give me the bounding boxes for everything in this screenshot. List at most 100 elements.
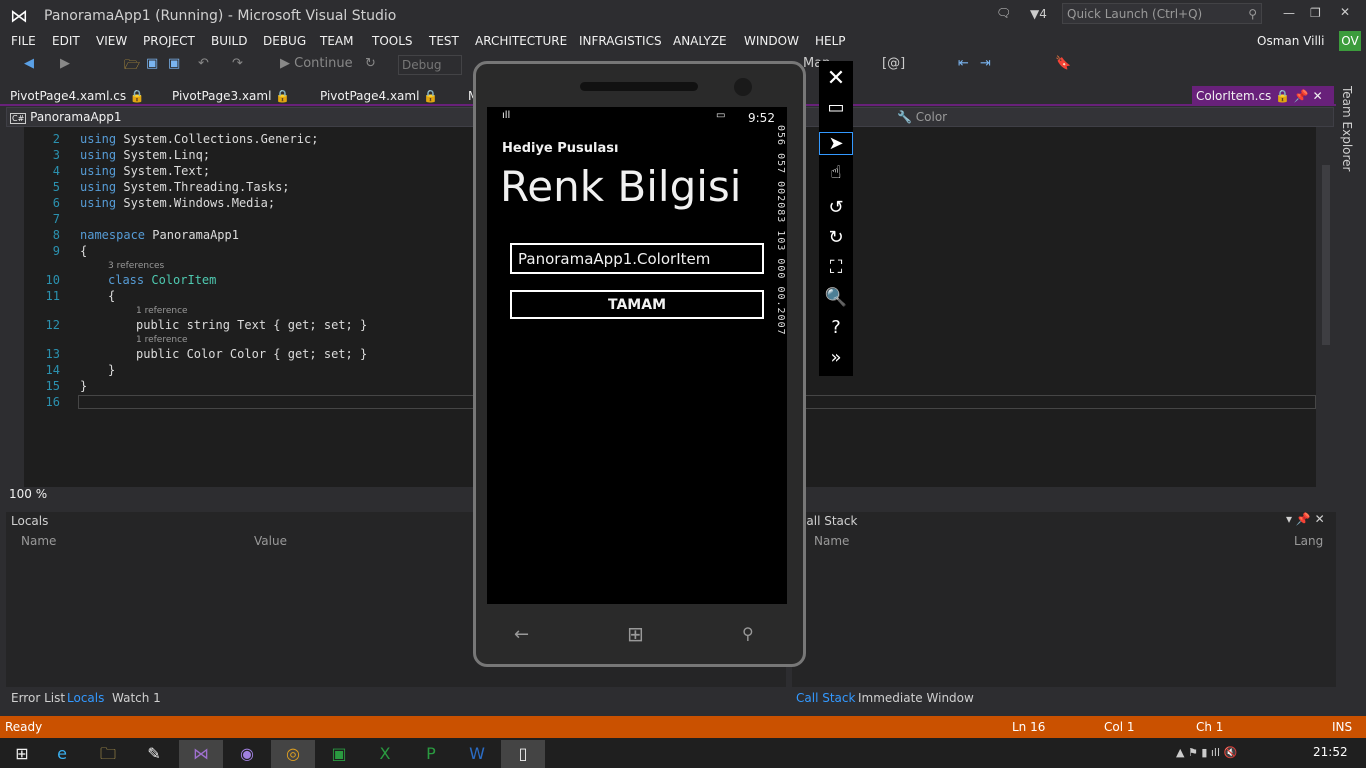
tab-pivotpage4-cs[interactable]: PivotPage4.xaml.cs 🔒 — [10, 89, 145, 103]
minimize-emulator-icon[interactable]: ▭ — [819, 97, 853, 118]
bookmark-icon[interactable]: 🔖 — [1055, 56, 1071, 71]
app-icon[interactable]: ◉ — [225, 740, 269, 768]
menu-debug[interactable]: DEBUG — [263, 34, 306, 48]
zoom-dropdown[interactable]: 100 % — [6, 487, 47, 501]
phone-textbox[interactable]: PanoramaApp1.ColorItem — [510, 243, 764, 274]
start-icon[interactable]: ⊞ — [0, 740, 44, 768]
tab-immediate-window[interactable]: Immediate Window — [858, 691, 974, 705]
menu-help[interactable]: HELP — [815, 34, 846, 48]
textbox-value: PanoramaApp1.ColorItem — [518, 250, 711, 268]
hand-icon[interactable]: ☝ — [819, 162, 853, 183]
help-icon[interactable]: ? — [819, 317, 853, 338]
clock[interactable]: 21:52 — [1313, 745, 1348, 759]
indent-icon[interactable]: ⇥ — [980, 56, 991, 71]
project-dropdown[interactable]: C# PanoramaApp1 — [10, 110, 122, 124]
user-avatar[interactable]: OV — [1339, 31, 1361, 51]
redo-icon[interactable]: ↷ — [232, 56, 243, 71]
menu-analyze[interactable]: ANALYZE — [673, 34, 727, 48]
explorer-icon[interactable]: 🗀 — [86, 740, 130, 768]
status-text: Ready — [5, 720, 43, 734]
panel-controls[interactable]: ▾ 📌 ✕ — [1286, 512, 1325, 526]
phone-emulator-icon[interactable]: ▯ — [501, 740, 545, 768]
pointer-icon[interactable]: ➤ — [819, 132, 853, 155]
menu-project[interactable]: PROJECT — [143, 34, 195, 48]
quick-launch-input[interactable]: Quick Launch (Ctrl+Q) ⚲ — [1062, 3, 1262, 24]
close-button[interactable]: ✕ — [1340, 5, 1350, 19]
back-icon[interactable]: ◀ — [24, 56, 34, 71]
keyword: using — [80, 180, 117, 194]
tab-error-list[interactable]: Error List — [11, 691, 65, 705]
close-emulator-icon[interactable]: ✕ — [819, 66, 853, 91]
zoom-icon[interactable]: 🔍 — [819, 287, 853, 308]
tab-locals[interactable]: Locals — [67, 691, 104, 705]
undo-icon[interactable]: ↶ — [198, 56, 209, 71]
menu-tools[interactable]: TOOLS — [372, 34, 413, 48]
menu-file[interactable]: FILE — [11, 34, 36, 48]
feedback-icon[interactable]: 🗨 — [996, 6, 1011, 20]
menu-architecture[interactable]: ARCHITECTURE — [475, 34, 567, 48]
outdent-icon[interactable]: ⇤ — [958, 56, 969, 71]
namespace-ref: System.Threading.Tasks; — [123, 180, 290, 194]
ie-icon[interactable]: e — [40, 740, 84, 768]
menu-view[interactable]: VIEW — [96, 34, 127, 48]
code-line: namespace PanoramaApp1 — [80, 228, 239, 242]
minimize-button[interactable]: — — [1283, 6, 1295, 20]
phone-search-icon[interactable]: ⚲ — [742, 624, 754, 643]
tab-pivotpage3[interactable]: PivotPage3.xaml 🔒 — [172, 89, 290, 103]
open-folder-icon[interactable]: 🗁 — [124, 56, 140, 78]
menu-window[interactable]: WINDOW — [744, 34, 799, 48]
save-icon[interactable]: ▣ — [146, 56, 158, 71]
restart-icon[interactable]: ↻ — [365, 56, 376, 71]
tamam-button[interactable]: TAMAM — [510, 290, 764, 319]
column-header-name[interactable]: Name — [21, 534, 56, 548]
team-explorer-tab[interactable]: Team Explorer — [1340, 86, 1354, 172]
project-icon[interactable]: P — [409, 740, 453, 768]
column-header-language[interactable]: Lang — [1294, 534, 1323, 548]
editor-scrollbar[interactable] — [1322, 165, 1330, 345]
toolbar-icon[interactable]: [@] — [882, 56, 905, 71]
member-dropdown[interactable]: 🔧 Color — [897, 110, 947, 124]
pin-icon[interactable]: 📌 — [1294, 89, 1309, 103]
fit-screen-icon[interactable]: ⛶ — [819, 257, 853, 278]
column-header-name[interactable]: Name — [814, 534, 849, 548]
tab-coloritem-cs[interactable]: ColorItem.cs 🔒 📌 ✕ — [1192, 86, 1334, 106]
phone-back-icon[interactable]: ← — [514, 624, 529, 645]
tab-pivotpage4[interactable]: PivotPage4.xaml 🔒 — [320, 89, 438, 103]
rotate-left-icon[interactable]: ↺ — [819, 197, 853, 218]
menu-build[interactable]: BUILD — [211, 34, 247, 48]
status-bar — [0, 716, 1366, 738]
continue-button[interactable]: ▶ Continue — [280, 56, 353, 71]
notifications-button[interactable]: ▼4 — [1030, 7, 1047, 21]
config-dropdown[interactable]: Debug — [398, 55, 462, 75]
restore-button[interactable]: ❐ — [1310, 6, 1321, 20]
visual-studio-icon[interactable]: ⋈ — [179, 740, 223, 768]
app-icon[interactable]: ▣ — [317, 740, 361, 768]
menu-edit[interactable]: EDIT — [52, 34, 80, 48]
tab-call-stack[interactable]: Call Stack — [796, 691, 855, 705]
column-header-value[interactable]: Value — [254, 534, 287, 548]
close-tab-icon[interactable]: ✕ — [1313, 89, 1323, 103]
codelens-references[interactable]: 3 references — [108, 261, 164, 271]
codelens-references[interactable]: 1 reference — [136, 335, 188, 345]
excel-icon[interactable]: X — [363, 740, 407, 768]
keyword: class — [108, 273, 145, 287]
additional-tools-icon[interactable]: » — [819, 347, 853, 368]
menu-team[interactable]: TEAM — [320, 34, 353, 48]
phone-windows-icon[interactable]: ⊞ — [627, 622, 644, 646]
codelens-references[interactable]: 1 reference — [136, 306, 188, 316]
line-number: 14 — [45, 363, 60, 377]
code-line: public Color Color { get; set; } — [136, 347, 368, 361]
word-icon[interactable]: W — [455, 740, 499, 768]
forward-icon[interactable]: ▶ — [60, 56, 70, 71]
user-name[interactable]: Osman Villi — [1257, 34, 1324, 48]
menu-infragistics[interactable]: INFRAGISTICS — [579, 34, 662, 48]
tab-label: PivotPage4.xaml.cs — [10, 89, 127, 103]
chrome-icon[interactable]: ◎ — [271, 740, 315, 768]
rotate-right-icon[interactable]: ↻ — [819, 227, 853, 248]
menu-test[interactable]: TEST — [429, 34, 459, 48]
tray-icons[interactable]: ▲ ⚑ ▮ ıll 🔇 — [1176, 746, 1237, 759]
save-all-icon[interactable]: ▣ — [168, 56, 180, 71]
call-stack-title: Call Stack — [798, 514, 858, 528]
tab-watch1[interactable]: Watch 1 — [112, 691, 161, 705]
app-icon[interactable]: ✎ — [132, 740, 176, 768]
